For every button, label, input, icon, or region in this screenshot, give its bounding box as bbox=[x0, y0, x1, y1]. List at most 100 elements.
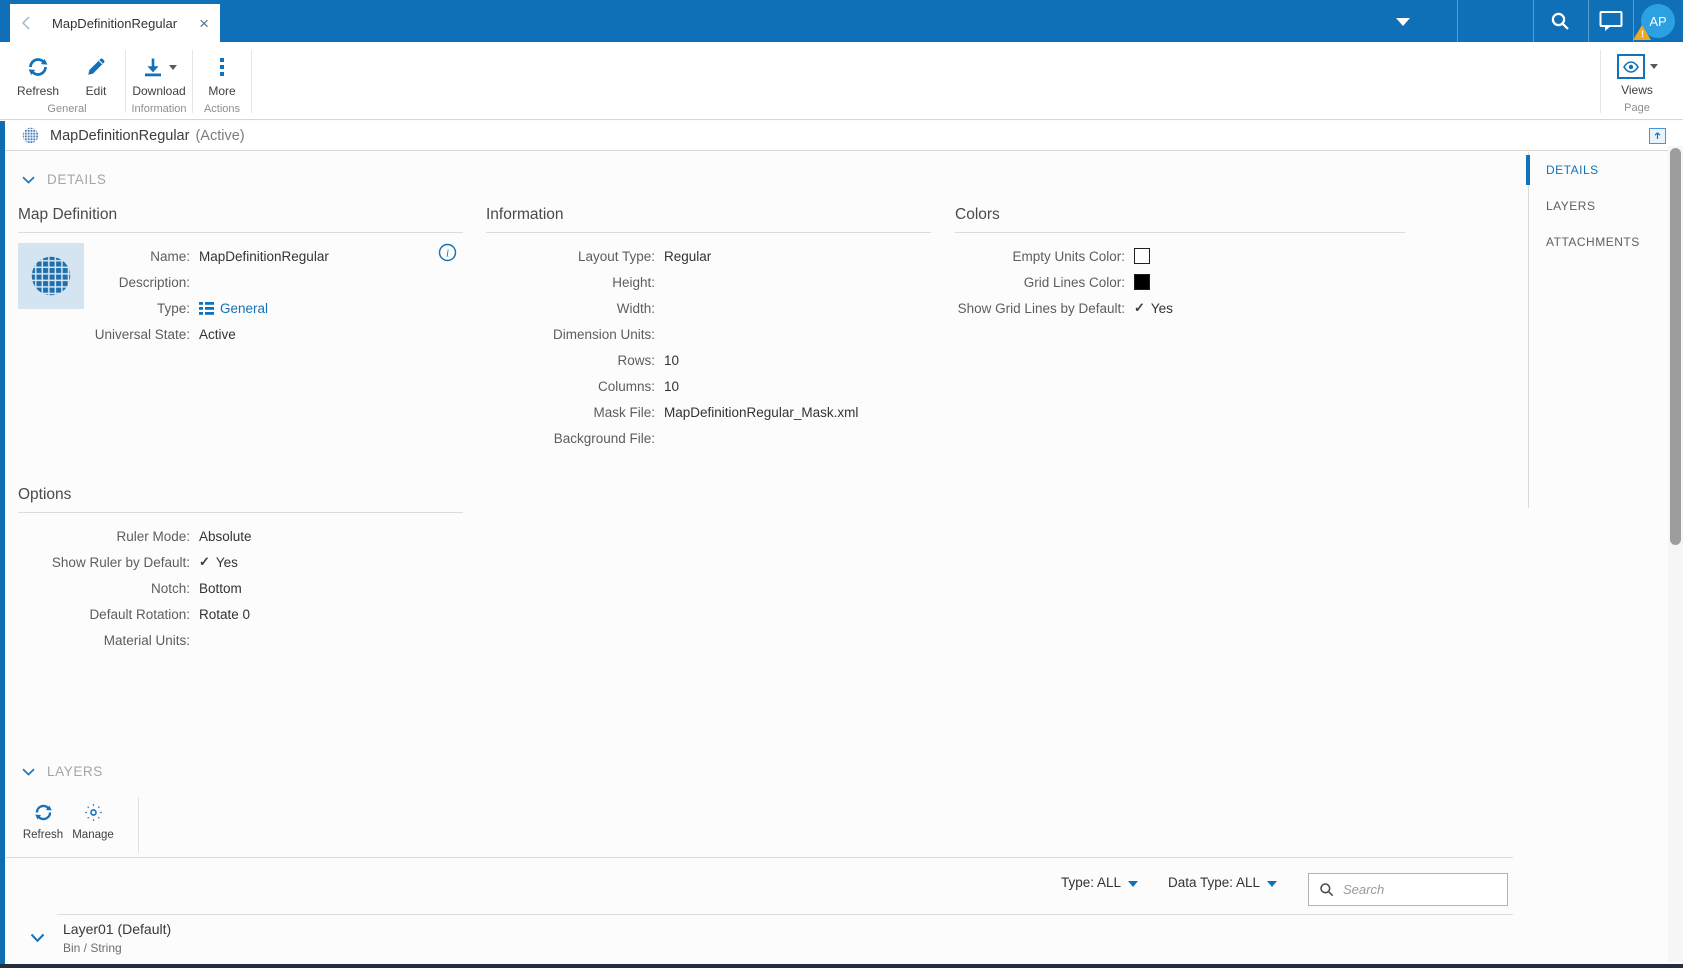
chevron-down-icon bbox=[22, 768, 35, 776]
field-label: Grid Lines Color: bbox=[1023, 274, 1125, 290]
data-type-filter-label: Data Type: ALL bbox=[1168, 875, 1261, 890]
section-nav-layers[interactable]: LAYERS bbox=[1529, 188, 1669, 224]
field-row-show-grid-lines: Show Grid Lines by Default: Yes bbox=[955, 295, 1405, 321]
layers-search-box[interactable] bbox=[1308, 873, 1508, 906]
field-row-notch: Notch: Bottom bbox=[18, 575, 463, 601]
type-link[interactable]: General bbox=[220, 301, 268, 316]
details-section-label: DETAILS bbox=[47, 172, 107, 187]
check-icon bbox=[1134, 300, 1145, 316]
download-button-label: Download bbox=[132, 84, 186, 98]
more-button-label: More bbox=[208, 84, 236, 98]
field-value: Yes bbox=[1150, 300, 1173, 316]
tab-close-icon[interactable]: × bbox=[199, 15, 209, 32]
edit-button[interactable]: Edit bbox=[67, 50, 125, 98]
data-type-filter-dropdown[interactable]: Data Type: ALL bbox=[1168, 875, 1278, 890]
chevron-down-icon[interactable] bbox=[30, 933, 45, 943]
layers-manage-button[interactable]: Manage bbox=[68, 797, 118, 853]
topbar-separator bbox=[1457, 0, 1458, 42]
field-row-name: Name: MapDefinitionRegular bbox=[18, 243, 463, 269]
collapse-panel-button[interactable] bbox=[1649, 127, 1666, 144]
tab-list-dropdown-icon[interactable] bbox=[1395, 17, 1411, 27]
document-tab[interactable]: MapDefinitionRegular × bbox=[10, 4, 220, 42]
refresh-button[interactable]: Refresh bbox=[9, 50, 67, 98]
field-label: Show Grid Lines by Default: bbox=[957, 300, 1125, 316]
field-value: Active bbox=[199, 326, 236, 342]
information-heading: Information bbox=[486, 206, 931, 233]
refresh-icon bbox=[33, 799, 54, 825]
field-value: MapDefinitionRegular bbox=[199, 248, 329, 264]
main-content: DETAILS Map Definition Name: MapDefiniti… bbox=[5, 152, 1683, 964]
list-icon bbox=[199, 301, 214, 315]
field-label: Default Rotation: bbox=[89, 606, 190, 622]
ribbon-group-actions: More Actions bbox=[193, 50, 252, 115]
section-nav-details[interactable]: DETAILS bbox=[1526, 152, 1669, 188]
field-label: Material Units: bbox=[103, 632, 190, 648]
field-label: Empty Units Color: bbox=[1012, 248, 1125, 264]
download-button[interactable]: Download bbox=[126, 50, 192, 98]
more-button[interactable]: More bbox=[193, 50, 251, 98]
pencil-icon bbox=[85, 54, 107, 80]
field-row-layout-type: Layout Type: Regular bbox=[486, 243, 931, 269]
field-label: Layout Type: bbox=[577, 248, 655, 264]
views-button-label: Views bbox=[1621, 83, 1653, 97]
ribbon-group-general: Refresh Edit General bbox=[9, 50, 126, 115]
colors-heading: Colors bbox=[955, 206, 1405, 233]
field-label: Width: bbox=[616, 300, 655, 316]
ribbon-toolbar: Refresh Edit General Download Informatio… bbox=[0, 42, 1683, 120]
ribbon-group-label-page: Page bbox=[1624, 102, 1650, 114]
gear-icon bbox=[83, 799, 104, 825]
type-filter-dropdown[interactable]: Type: ALL bbox=[1061, 875, 1139, 890]
ribbon-group-label-actions: Actions bbox=[203, 103, 241, 115]
chevron-down-icon bbox=[22, 176, 35, 184]
layer-list-item[interactable]: Layer01 (Default) Bin / String bbox=[5, 915, 1513, 962]
details-section-toggle[interactable]: DETAILS bbox=[22, 172, 106, 187]
field-label: Notch: bbox=[150, 580, 190, 596]
field-label: Rows: bbox=[617, 352, 655, 368]
chevron-down-icon bbox=[1267, 880, 1278, 887]
field-value: Bottom bbox=[199, 580, 242, 596]
section-nav-attachments[interactable]: ATTACHMENTS bbox=[1529, 224, 1669, 260]
empty-units-color-swatch[interactable] bbox=[1134, 248, 1150, 264]
field-row-type: Type: General bbox=[18, 295, 463, 321]
vertical-scrollbar[interactable] bbox=[1668, 146, 1683, 962]
grid-lines-color-swatch[interactable] bbox=[1134, 274, 1150, 290]
refresh-button-label: Refresh bbox=[16, 84, 60, 98]
field-value: Regular bbox=[664, 248, 712, 264]
field-row-ruler-mode: Ruler Mode: Absolute bbox=[18, 523, 463, 549]
search-input[interactable] bbox=[1341, 881, 1507, 898]
tab-back-chevron-icon[interactable] bbox=[21, 16, 30, 30]
record-state: (Active) bbox=[195, 127, 245, 144]
field-value: Rotate 0 bbox=[199, 606, 251, 622]
field-row-height: Height: bbox=[486, 269, 931, 295]
layers-section-toggle[interactable]: LAYERS bbox=[22, 764, 103, 779]
feedback-chat-icon[interactable] bbox=[1596, 9, 1626, 33]
layers-refresh-button[interactable]: Refresh bbox=[18, 797, 68, 853]
info-icon[interactable]: i bbox=[438, 243, 457, 262]
views-button[interactable]: Views bbox=[1601, 50, 1673, 97]
views-caret-icon[interactable] bbox=[1649, 64, 1658, 69]
map-definition-heading: Map Definition bbox=[18, 206, 463, 233]
colors-panel: Colors Empty Units Color: Grid Lines Col… bbox=[955, 206, 1405, 321]
avatar-initials: AP bbox=[1649, 13, 1667, 29]
field-row-columns: Columns: 10 bbox=[486, 373, 931, 399]
field-value: MapDefinitionRegular_Mask.xml bbox=[664, 404, 859, 420]
top-bar: MapDefinitionRegular × AP ! bbox=[0, 0, 1683, 42]
layers-toolbar: Refresh Manage bbox=[18, 797, 139, 853]
wafer-icon bbox=[31, 256, 71, 296]
more-dots-icon bbox=[220, 54, 224, 80]
field-row-universal-state: Universal State: Active bbox=[18, 321, 463, 347]
type-filter-label: Type: ALL bbox=[1061, 875, 1122, 890]
map-thumbnail[interactable] bbox=[18, 243, 84, 309]
field-label: Dimension Units: bbox=[552, 326, 655, 342]
field-label: Background File: bbox=[553, 430, 655, 446]
field-row-mask-file: Mask File: MapDefinitionRegular_Mask.xml bbox=[486, 399, 931, 425]
field-row-rows: Rows: 10 bbox=[486, 347, 931, 373]
field-label: Columns: bbox=[597, 378, 655, 394]
topbar-separator bbox=[1533, 0, 1534, 42]
refresh-icon bbox=[26, 54, 50, 80]
record-title: MapDefinitionRegular bbox=[50, 127, 190, 144]
scrollbar-thumb[interactable] bbox=[1670, 148, 1681, 545]
field-row-empty-units-color: Empty Units Color: bbox=[955, 243, 1405, 269]
download-caret-icon[interactable] bbox=[168, 64, 177, 70]
search-icon[interactable] bbox=[1545, 9, 1575, 33]
